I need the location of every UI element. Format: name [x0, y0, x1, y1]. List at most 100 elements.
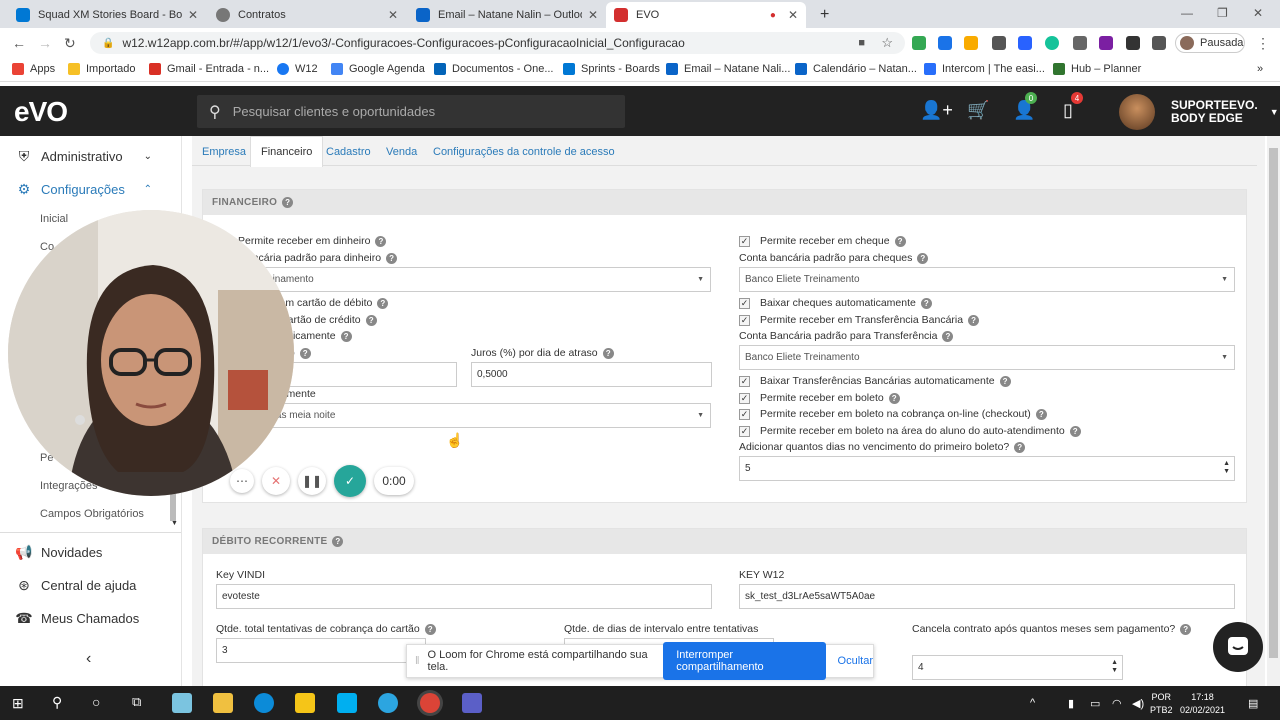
user-menu[interactable]: SUPORTEEVO. BODY EDGE ▼	[1119, 94, 1279, 130]
browser-tab[interactable]: Email – Natane Nalin – Outlook ✕	[408, 2, 606, 28]
bookmark-apps[interactable]: Apps	[12, 63, 55, 75]
drag-handle-icon[interactable]: ‖	[415, 655, 420, 667]
clock[interactable]: 17:18 02/02/2021	[1180, 691, 1225, 717]
checkbox-boleto-online[interactable]: ✓ Permite receber em boleto na cobrança o…	[739, 408, 1047, 420]
close-icon[interactable]: ✕	[788, 8, 798, 22]
notes-icon[interactable]	[295, 693, 315, 713]
more-bookmarks-icon[interactable]: »	[1257, 63, 1263, 75]
tab-financeiro[interactable]: Financeiro	[250, 136, 324, 167]
maximize-icon[interactable]: ❐	[1217, 6, 1228, 20]
help-icon[interactable]: ?	[386, 252, 398, 264]
extension-icon[interactable]	[964, 36, 978, 50]
chevron-up-icon[interactable]: ^	[1030, 697, 1035, 709]
search-input[interactable]: ⚲ Pesquisar clientes e oportunidades	[197, 95, 625, 128]
search-icon[interactable]: ⚲	[52, 694, 62, 711]
bookmark-folder[interactable]: Importado	[68, 63, 136, 75]
edge-icon[interactable]	[254, 693, 274, 713]
help-icon[interactable]: ?	[299, 347, 311, 359]
evo-logo[interactable]: eVO	[14, 96, 68, 128]
help-icon[interactable]: ?	[424, 623, 436, 635]
minimize-icon[interactable]: —	[1181, 6, 1193, 20]
back-icon[interactable]: ←	[12, 35, 26, 51]
tab-empresa[interactable]: Empresa	[192, 136, 256, 167]
more-options-icon[interactable]: ⋯	[230, 469, 254, 493]
help-icon[interactable]: ?	[968, 314, 980, 326]
close-icon[interactable]: ✕	[188, 8, 198, 22]
star-icon[interactable]: ☆	[881, 35, 893, 51]
browser-tab-active[interactable]: EVO ● ✕	[606, 2, 806, 28]
page-scrollbar[interactable]	[1267, 136, 1280, 686]
webcam-bubble[interactable]	[8, 210, 294, 496]
pause-button[interactable]: ❚❚	[298, 467, 326, 495]
checkbox-cheque[interactable]: ✓ Permite receber em cheque?	[739, 235, 906, 247]
tentativas-input[interactable]: 3	[216, 638, 426, 663]
help-icon[interactable]: ?	[332, 536, 344, 547]
skype-icon[interactable]	[337, 693, 357, 713]
stop-sharing-button[interactable]: Interromper compartilhamento	[663, 642, 826, 680]
help-icon[interactable]: ?	[602, 347, 614, 359]
grammarly-icon[interactable]	[1045, 36, 1059, 50]
conta-transferencia-select[interactable]: Banco Eliete Treinamento ▼	[739, 345, 1235, 370]
bookmark[interactable]: Documentos - One...	[434, 63, 554, 75]
app-icon[interactable]	[172, 693, 192, 713]
checkbox[interactable]: ✓	[739, 314, 750, 326]
checkbox-boleto[interactable]: ✓ Permite receber em boleto?	[739, 392, 900, 404]
extension-icon[interactable]	[1073, 36, 1087, 50]
notification-icon[interactable]: ▯	[1063, 100, 1073, 121]
help-icon[interactable]: ?	[340, 330, 352, 342]
puzzle-icon[interactable]	[1152, 36, 1166, 50]
checkbox-baixar-cheques[interactable]: ✓ Baixar cheques automaticamente?	[739, 297, 932, 309]
scrollbar[interactable]	[170, 491, 176, 521]
bookmark[interactable]: Gmail - Entrada - n...	[149, 63, 269, 75]
teams-icon[interactable]	[462, 693, 482, 713]
help-icon[interactable]: ?	[365, 314, 377, 326]
bookmark[interactable]: Sprints - Boards	[563, 63, 660, 75]
key-w12-input[interactable]: sk_test_d3LrAe5saWT5A0ae	[739, 584, 1235, 609]
profile-button[interactable]: Pausada	[1175, 33, 1245, 53]
bookmark[interactable]: Hub – Planner	[1053, 63, 1141, 75]
stepper-arrows-icon[interactable]: ▲ ▼	[1223, 460, 1230, 476]
sidebar-item-administrativo[interactable]: ⛨ Administrativo ⌄	[0, 148, 182, 165]
finish-recording-button[interactable]: ✓	[334, 465, 366, 497]
forward-icon[interactable]: →	[38, 35, 52, 51]
sidebar-item-central-ajuda[interactable]: ⊛ Central de ajuda	[0, 577, 182, 594]
scroll-down-icon[interactable]: ▼	[171, 520, 178, 527]
auto-baixa-select[interactable]: s os dias meia noite ▼	[241, 403, 711, 428]
help-icon[interactable]: ?	[917, 252, 929, 264]
browser-tab[interactable]: Squad XM Stories Board - Boards✕	[8, 2, 206, 28]
help-icon[interactable]: ?	[375, 235, 387, 247]
chat-launcher-button[interactable]	[1213, 622, 1263, 672]
checkbox-transferencia[interactable]: ✓ Permite receber em Transferência Bancár…	[739, 314, 980, 326]
bookmark[interactable]: Email – Natane Nali...	[666, 63, 790, 75]
browser-tab[interactable]: Contratos ✕	[208, 2, 406, 28]
help-icon[interactable]: ?	[1014, 441, 1026, 453]
collapse-sidebar-icon[interactable]: ‹	[86, 650, 91, 668]
reload-icon[interactable]: ↻	[64, 35, 76, 52]
sidebar-item-novidades[interactable]: 📢 Novidades	[0, 544, 182, 561]
checkbox[interactable]: ✓	[739, 408, 750, 420]
camera-icon[interactable]: ■	[858, 37, 865, 49]
close-icon[interactable]: ✕	[588, 8, 598, 22]
sidebar-item-configuracoes[interactable]: ⚙ Configurações ⌃	[0, 181, 182, 198]
file-explorer-icon[interactable]	[213, 693, 233, 713]
chrome-icon[interactable]	[420, 693, 440, 713]
checkbox[interactable]: ✓	[739, 425, 750, 437]
language-indicator[interactable]: POR PTB2	[1150, 691, 1173, 717]
help-icon[interactable]: ?	[894, 235, 906, 247]
wifi-icon[interactable]: ◠	[1112, 697, 1122, 710]
cart-icon[interactable]: 🛒	[967, 100, 989, 121]
tab-cadastro[interactable]: Cadastro	[316, 136, 381, 167]
cancela-stepper[interactable]: 4 ▲ ▼	[912, 655, 1123, 680]
new-tab-button[interactable]: +	[812, 2, 836, 28]
checkbox[interactable]: ✓	[739, 375, 750, 387]
conta-cheque-select[interactable]: Banco Eliete Treinamento ▼	[739, 267, 1235, 292]
close-window-icon[interactable]: ✕	[1253, 6, 1263, 20]
help-icon[interactable]: ?	[942, 330, 954, 342]
add-user-icon[interactable]: 👤+	[920, 100, 953, 121]
help-icon[interactable]: ?	[377, 297, 389, 309]
checkbox-boleto-aluno[interactable]: ✓ Permite receber em boleto na área do al…	[739, 425, 1081, 437]
sidebar-subitem-inicial[interactable]: Inicial	[40, 213, 68, 225]
extension-icon[interactable]	[1126, 36, 1140, 50]
help-icon[interactable]: ?	[920, 297, 932, 309]
help-icon[interactable]: ?	[1035, 408, 1047, 420]
